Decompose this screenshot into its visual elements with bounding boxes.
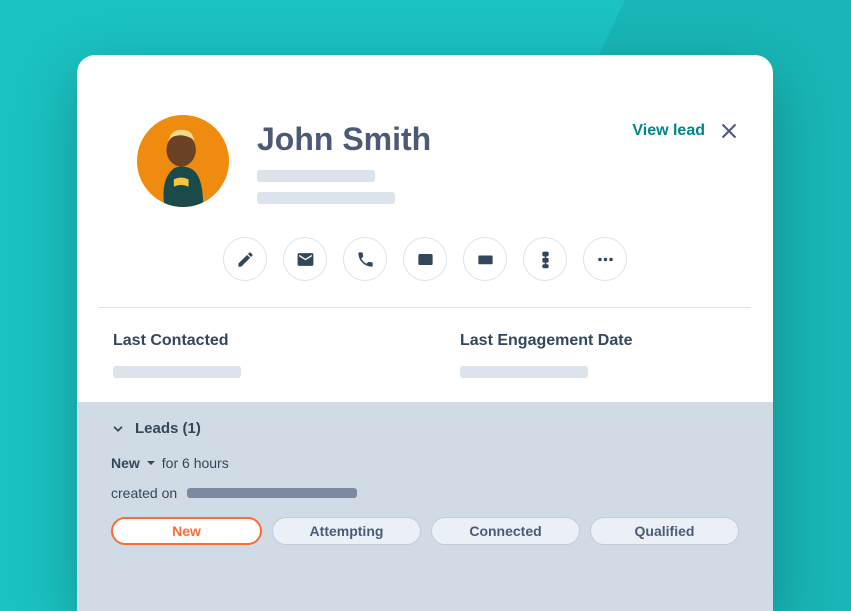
close-icon[interactable] <box>719 121 739 141</box>
window-button[interactable] <box>403 237 447 281</box>
last-contacted-col: Last Contacted <box>113 332 390 378</box>
more-button[interactable] <box>583 237 627 281</box>
stage-attempting[interactable]: Attempting <box>272 517 421 545</box>
created-label: created on <box>111 485 177 501</box>
keyboard-button[interactable] <box>463 237 507 281</box>
chevron-down-icon <box>111 422 125 436</box>
card-header: John Smith View lead <box>77 55 773 237</box>
edit-button[interactable] <box>223 237 267 281</box>
last-engagement-placeholder <box>460 366 588 378</box>
header-actions: View lead <box>632 115 739 141</box>
leads-count-label: Leads (1) <box>135 420 201 437</box>
avatar[interactable] <box>137 115 229 207</box>
subtitle-placeholder-1 <box>257 170 375 182</box>
created-row: created on <box>111 485 739 501</box>
name-column: John Smith <box>257 115 604 204</box>
call-button[interactable] <box>343 237 387 281</box>
stage-connected[interactable]: Connected <box>431 517 580 545</box>
last-contacted-placeholder <box>113 366 241 378</box>
contact-card: John Smith View lead <box>77 55 773 611</box>
leads-header[interactable]: Leads (1) <box>111 420 739 437</box>
contact-name: John Smith <box>257 121 604 158</box>
subtitle-placeholder-2 <box>257 192 395 204</box>
stage-row: New Attempting Connected Qualified <box>111 517 739 545</box>
stage-qualified[interactable]: Qualified <box>590 517 739 545</box>
last-engagement-label: Last Engagement Date <box>460 332 737 350</box>
stage-new[interactable]: New <box>111 517 262 545</box>
meta-row: Last Contacted Last Engagement Date <box>77 308 773 402</box>
caret-down-icon[interactable] <box>146 458 156 468</box>
lead-status-duration: for 6 hours <box>162 455 229 471</box>
email-button[interactable] <box>283 237 327 281</box>
sequence-button[interactable] <box>523 237 567 281</box>
leads-section: Leads (1) New for 6 hours created on New… <box>77 402 773 611</box>
lead-status-dropdown[interactable]: New <box>111 455 140 471</box>
last-engagement-col: Last Engagement Date <box>430 332 737 378</box>
lead-status-row: New for 6 hours <box>111 455 739 471</box>
created-date-placeholder <box>187 488 357 498</box>
view-lead-link[interactable]: View lead <box>632 122 705 140</box>
last-contacted-label: Last Contacted <box>113 332 390 350</box>
action-row <box>77 237 773 307</box>
